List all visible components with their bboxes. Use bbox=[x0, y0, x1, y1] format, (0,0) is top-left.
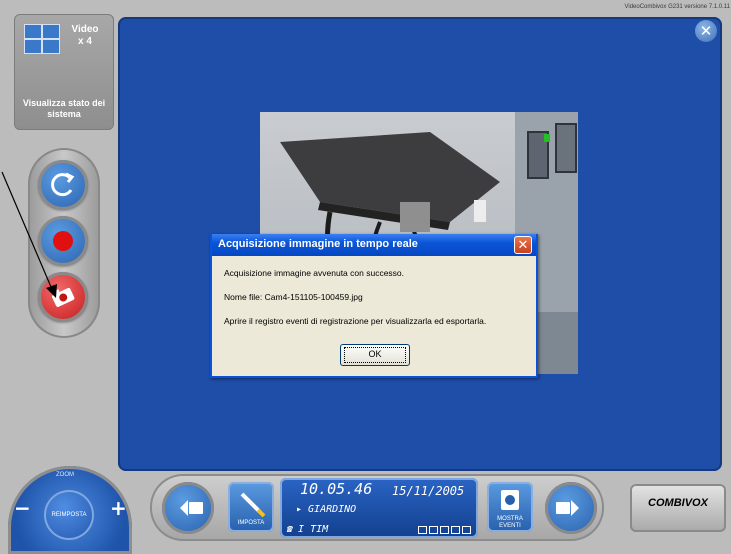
zoom-out-button[interactable]: − bbox=[14, 496, 31, 520]
dialog-filename: Nome file: Cam4-151105-100459.jpg bbox=[224, 292, 363, 302]
system-status-label: Visualizza stato dei sistema bbox=[22, 98, 106, 119]
video-grid-icon bbox=[24, 24, 60, 54]
arrow-right-icon bbox=[556, 500, 579, 516]
dialog-title: Acquisizione immagine in tempo reale bbox=[218, 238, 418, 250]
ok-focus-ring bbox=[344, 347, 406, 363]
ok-button[interactable]: OK bbox=[340, 344, 410, 366]
mostra-eventi-button[interactable]: MOSTRA EVENTI bbox=[487, 482, 533, 532]
previous-camera-button[interactable] bbox=[162, 482, 214, 534]
imposta-label: IMPOSTA bbox=[237, 520, 265, 526]
zoom-label: ZOOM bbox=[56, 472, 74, 478]
dialog-close-button[interactable]: ✕ bbox=[514, 236, 532, 254]
dialog-message: Acquisizione immagine avvenuta con succe… bbox=[224, 268, 405, 278]
zoom-reset-label: REIMPOSTA bbox=[51, 512, 87, 518]
close-icon[interactable]: ✕ bbox=[695, 20, 717, 42]
mostra-eventi-label: MOSTRA EVENTI bbox=[497, 516, 523, 529]
next-camera-button[interactable] bbox=[545, 482, 597, 534]
camera-location: ▸ GIARDINO bbox=[296, 504, 357, 515]
clock-date: 15/11/2005 bbox=[392, 484, 465, 498]
gsm-operator: ☎ I TIM bbox=[286, 524, 329, 535]
dialog-titlebar[interactable]: Acquisizione immagine in tempo reale ✕ bbox=[212, 234, 536, 256]
imposta-button[interactable]: IMPOSTA bbox=[228, 482, 274, 532]
dialog-hint: Aprire il registro eventi di registrazio… bbox=[224, 316, 487, 326]
video-count-label: Video x 4 bbox=[71, 24, 99, 47]
version-text: VideoCombivox G231 versione 7.1.0.11 bbox=[624, 4, 730, 10]
combivox-logo-text: COMBIVOX bbox=[648, 497, 708, 509]
arrow-left-icon bbox=[180, 500, 203, 516]
zoom-in-button[interactable]: + bbox=[110, 496, 127, 520]
signal-bars bbox=[418, 526, 472, 534]
system-status-tile[interactable]: Video x 4 Visualizza stato dei sistema bbox=[14, 14, 114, 130]
annotation-arrow-icon bbox=[1, 171, 57, 298]
info-dialog: Acquisizione immagine in tempo reale ✕ A… bbox=[210, 234, 538, 378]
clock-time: 10.05.46 bbox=[300, 480, 373, 498]
